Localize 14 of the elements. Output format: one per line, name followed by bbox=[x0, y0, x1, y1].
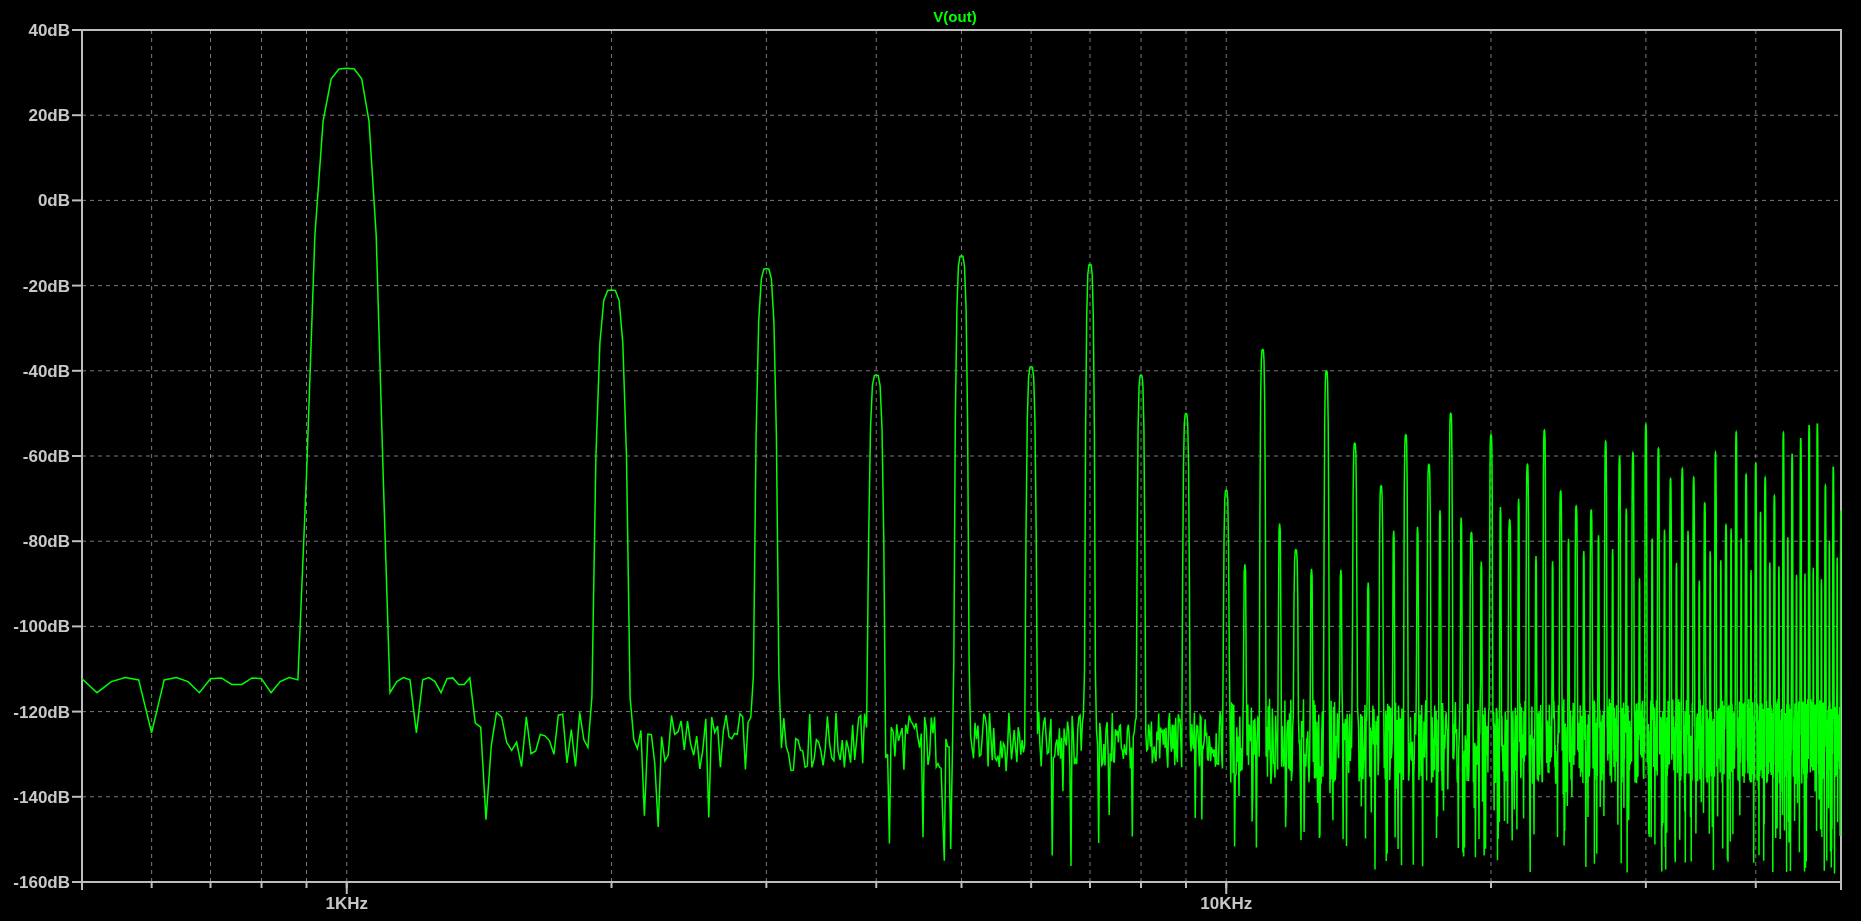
y-axis-label: -120dB bbox=[13, 702, 70, 722]
y-axis-label: -160dB bbox=[13, 873, 70, 892]
x-axis-label: 1KHz bbox=[325, 894, 368, 913]
y-axis-label: -80dB bbox=[22, 532, 70, 552]
y-axis-label: -20dB bbox=[22, 276, 70, 296]
y-axis-label: 0dB bbox=[37, 191, 70, 211]
y-axis-label: -60dB bbox=[22, 447, 70, 466]
y-axis-label: 20dB bbox=[28, 106, 70, 126]
x-axis-label: 10KHz bbox=[1200, 894, 1253, 913]
y-axis-label: -40dB bbox=[22, 361, 70, 381]
y-axis-label: 40dB bbox=[28, 21, 70, 40]
y-axis-label: -100dB bbox=[13, 617, 70, 637]
trace-title[interactable]: V(out) bbox=[933, 8, 977, 25]
y-axis-label: -140dB bbox=[13, 787, 70, 807]
